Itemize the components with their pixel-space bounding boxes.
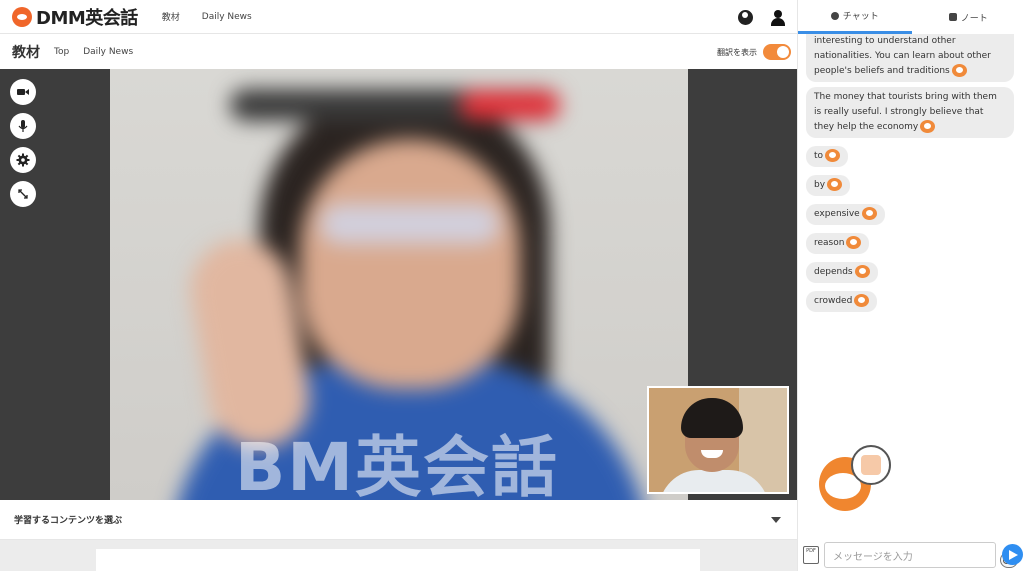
translate-toggle[interactable]: [763, 44, 791, 60]
tab-chat-label: チャット: [842, 12, 879, 22]
nav-link-daily-news[interactable]: Daily News: [202, 12, 252, 22]
top-nav: DMM英会話 教材 Daily News: [0, 0, 797, 34]
cat-reaction-icon[interactable]: [861, 207, 877, 220]
logo-text: DMM英会話: [36, 7, 138, 29]
cat-reaction-icon[interactable]: [846, 236, 862, 249]
tab-note-label: ノート: [960, 13, 988, 24]
dmm-logo-icon: [12, 6, 32, 27]
cat-reaction-icon[interactable]: [854, 294, 870, 307]
message-input[interactable]: メッセージを入力: [824, 542, 1018, 568]
chat-log[interactable]: interesting to understand other national…: [806, 34, 1018, 474]
cat-reaction-icon[interactable]: [854, 265, 870, 278]
user-icon[interactable]: [770, 10, 786, 26]
content-selector-label: 学習するコンテンツを選ぶ: [14, 516, 123, 526]
fullscreen-icon[interactable]: [10, 181, 36, 207]
chat-message: interesting to understand other national…: [806, 34, 1014, 82]
watermark-text: BM英会話: [235, 429, 559, 500]
chat-message: depends: [806, 262, 878, 283]
logo[interactable]: DMM英会話: [12, 4, 138, 30]
chat-message: by: [806, 175, 851, 196]
chat-message: expensive: [806, 204, 885, 225]
microphone-icon[interactable]: [10, 113, 36, 139]
content-selector[interactable]: 学習するコンテンツを選ぶ: [0, 500, 797, 540]
gear-icon[interactable]: [10, 147, 36, 173]
nav-link-materials[interactable]: 教材: [162, 10, 180, 23]
cat-reaction-icon[interactable]: [920, 120, 936, 133]
translate-control: 翻訳を表示: [717, 44, 791, 60]
message-bar: PDF メッセージを入力: [798, 538, 1024, 571]
video-controls: [10, 79, 36, 207]
cat-reaction-icon[interactable]: [827, 178, 843, 191]
pdf-icon[interactable]: PDF: [803, 546, 819, 564]
sub-header: 教材 Top Daily News 翻訳を表示: [0, 35, 797, 69]
mascot-thumbs-up-icon: [813, 443, 893, 513]
material-page: [96, 549, 700, 571]
cat-reaction-icon[interactable]: [825, 149, 841, 162]
translate-label: 翻訳を表示: [717, 47, 757, 57]
side-panel: チャット ノート interesting to understand other…: [797, 0, 1024, 571]
send-button[interactable]: [1002, 544, 1023, 565]
chevron-down-icon[interactable]: [771, 517, 781, 523]
chat-message: The money that tourists bring with them …: [806, 87, 1014, 138]
page-title: 教材: [12, 45, 40, 61]
sub-link-top[interactable]: Top: [54, 47, 69, 57]
sub-link-daily-news[interactable]: Daily News: [83, 47, 133, 57]
chat-message: to: [806, 146, 849, 167]
chat-message: crowded: [806, 291, 878, 312]
tab-chat[interactable]: チャット: [798, 0, 912, 34]
video-camera-icon[interactable]: [10, 79, 36, 105]
note-icon: [948, 13, 957, 21]
tab-note[interactable]: ノート: [912, 0, 1024, 34]
student-video-feed: [647, 386, 789, 494]
chat-bubble-icon: [830, 11, 839, 20]
globe-icon[interactable]: [738, 10, 753, 25]
message-placeholder: メッセージを入力: [833, 551, 913, 563]
chat-message: reason: [806, 233, 870, 254]
tutor-video-feed: BM英会話: [110, 69, 688, 500]
video-area: BM英会話: [0, 69, 797, 500]
cat-reaction-icon[interactable]: [951, 64, 967, 77]
panel-tabs: チャット ノート: [798, 0, 1024, 34]
